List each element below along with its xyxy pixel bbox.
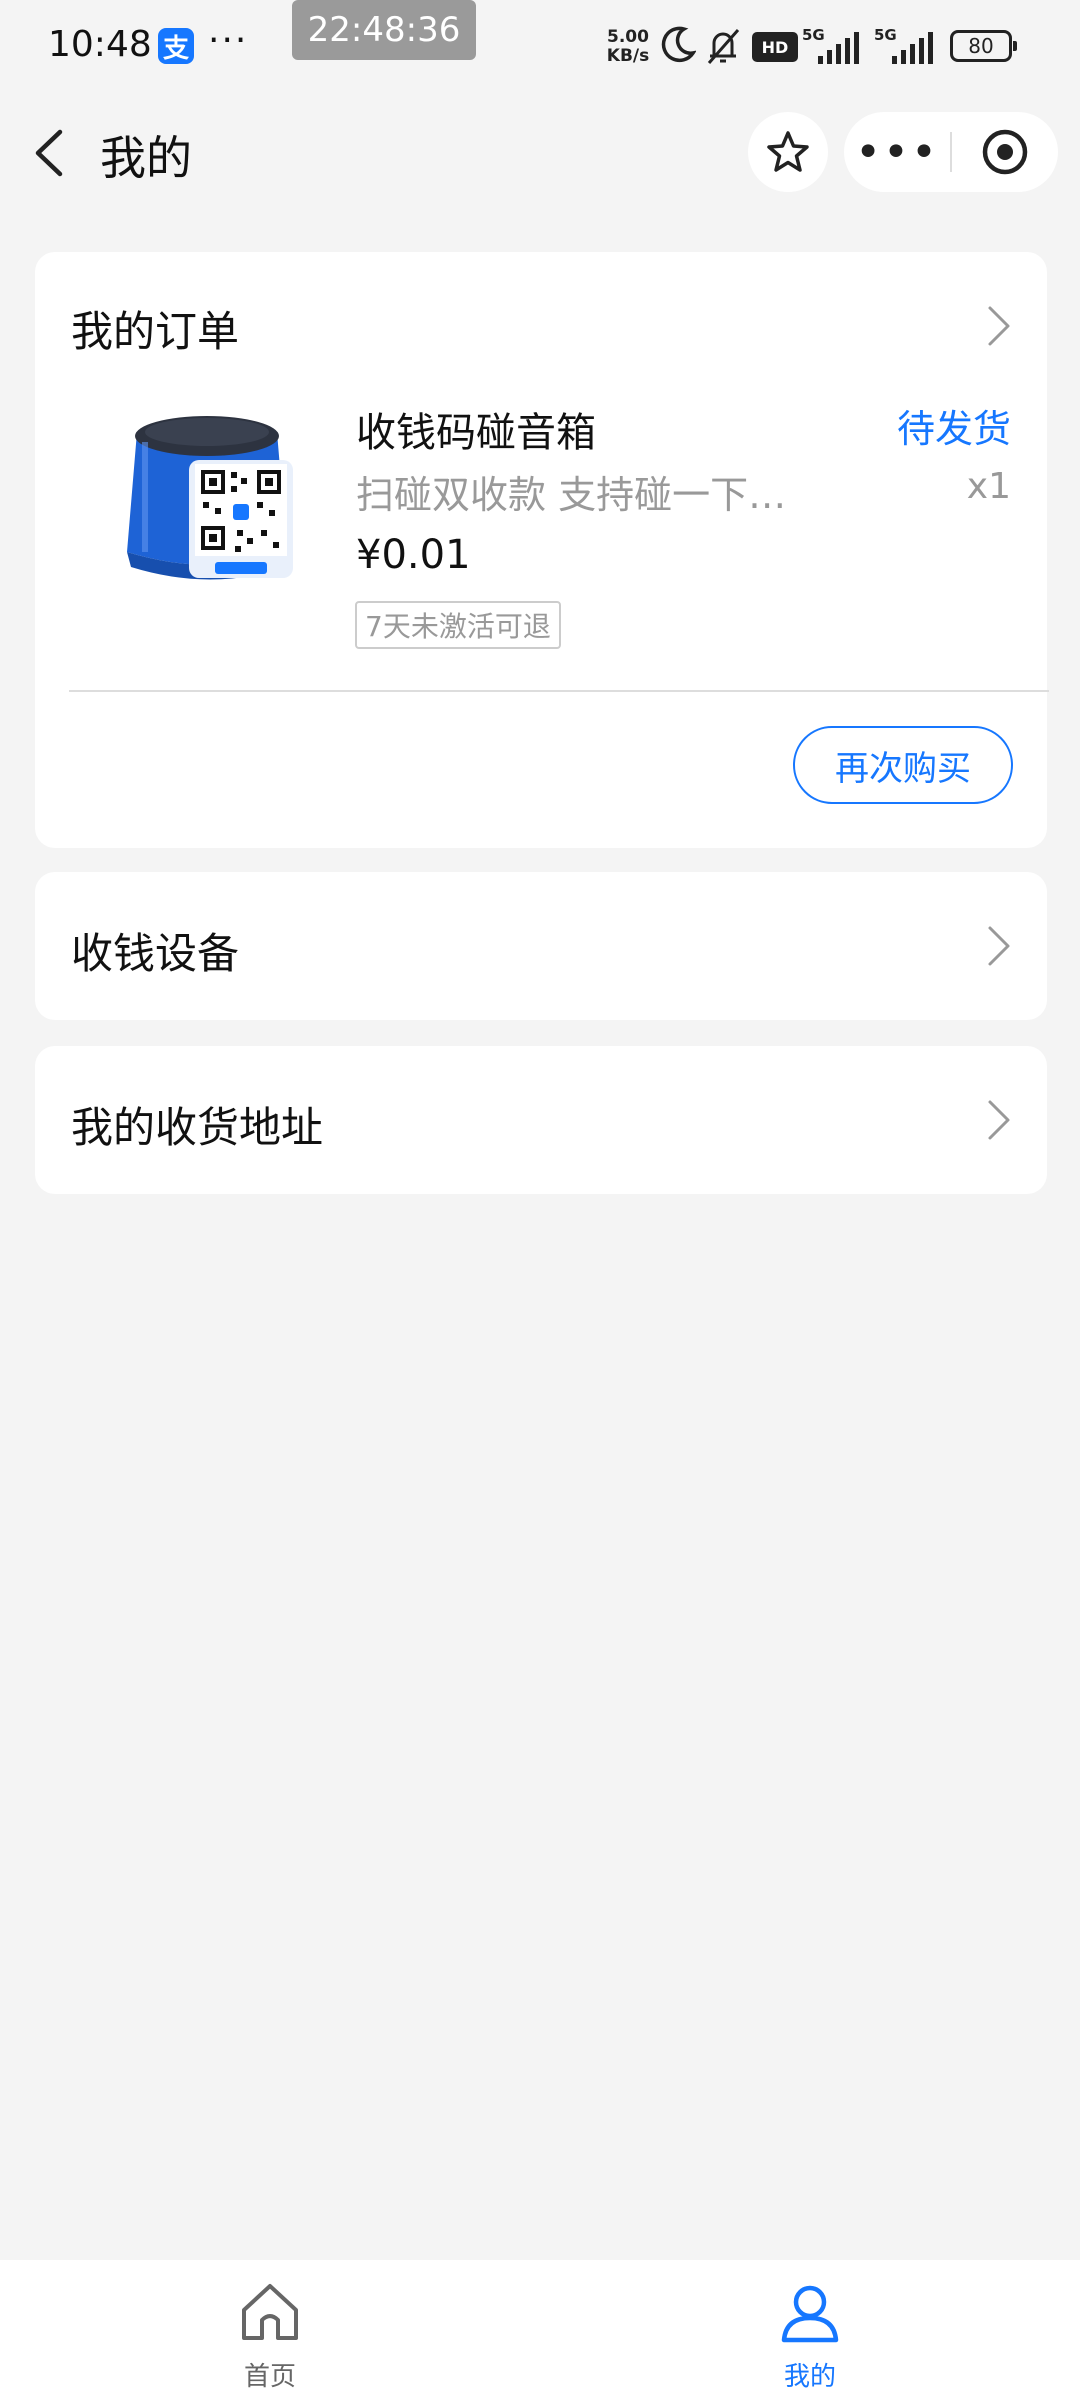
order-status: 待发货 — [896, 407, 1011, 451]
overlay-clock: 22:48:36 — [292, 0, 476, 60]
status-bar: 10:48 支 ··· 22:48:36 5.00 KB/s HD 5G 5G … — [0, 0, 1080, 92]
tab-home-label: 首页 — [243, 2362, 296, 2392]
network-speed-value: 5.00 — [607, 27, 649, 47]
shipping-address-label: 我的收货地址 — [71, 1103, 324, 1152]
product-description: 扫碰双收款 支持碰一下… — [356, 473, 787, 517]
product-quantity: x1 — [966, 466, 1011, 507]
battery-icon: 80 — [950, 30, 1017, 62]
target-close-icon — [982, 129, 1028, 175]
payment-devices-row[interactable]: 收钱设备 — [35, 872, 1047, 1020]
chevron-right-icon — [988, 926, 1010, 966]
payment-devices-label: 收钱设备 — [71, 929, 240, 978]
buy-again-button[interactable]: 再次购买 — [793, 726, 1013, 804]
home-icon — [242, 2284, 298, 2340]
nav-bar: 我的 ••• — [0, 92, 1080, 212]
person-icon — [781, 2285, 839, 2343]
order-card: 我的订单 收钱码碰音箱 待发货 扫碰双收款 支持碰一下… x1 ¥0.01 7天… — [35, 252, 1049, 848]
order-card-title: 我的订单 — [71, 307, 240, 356]
tab-home[interactable]: 首页 — [170, 2260, 370, 2400]
shipping-address-row[interactable]: 我的收货地址 — [35, 1046, 1047, 1194]
tab-mine[interactable]: 我的 — [710, 2260, 910, 2400]
network-speed: 5.00 KB/s — [600, 28, 656, 66]
product-image[interactable] — [97, 402, 337, 632]
do-not-disturb-moon-icon — [661, 26, 696, 63]
sim2-signal-icon — [892, 32, 933, 64]
network-speed-unit: KB/s — [606, 46, 650, 66]
divider — [69, 690, 1049, 692]
back-arrow-icon[interactable] — [30, 126, 70, 180]
product-name[interactable]: 收钱码碰音箱 — [356, 400, 596, 458]
alipay-notification-icon: 支 — [158, 28, 194, 64]
star-icon — [767, 131, 809, 172]
muted-bell-icon — [707, 29, 740, 64]
sim1-signal-icon — [818, 32, 859, 64]
favorite-button[interactable] — [748, 112, 828, 192]
refund-policy-tag: 7天未激活可退 — [355, 601, 561, 649]
status-time: 10:48 — [48, 24, 152, 65]
hd-voice-badge: HD — [752, 32, 798, 62]
more-dots-icon: ••• — [855, 126, 939, 178]
bottom-tab-bar: 首页 我的 — [0, 2260, 1080, 2400]
chevron-right-icon — [988, 1100, 1010, 1140]
tab-mine-label: 我的 — [783, 2362, 836, 2392]
product-price: ¥0.01 — [356, 532, 471, 578]
chevron-right-icon — [988, 306, 1010, 346]
page-title: 我的 — [100, 131, 192, 185]
more-menu-button[interactable]: ••• — [844, 112, 950, 192]
more-notifications-icon: ··· — [208, 20, 249, 61]
mini-program-capsule: ••• — [844, 112, 1058, 192]
close-mini-program-button[interactable] — [952, 112, 1058, 192]
